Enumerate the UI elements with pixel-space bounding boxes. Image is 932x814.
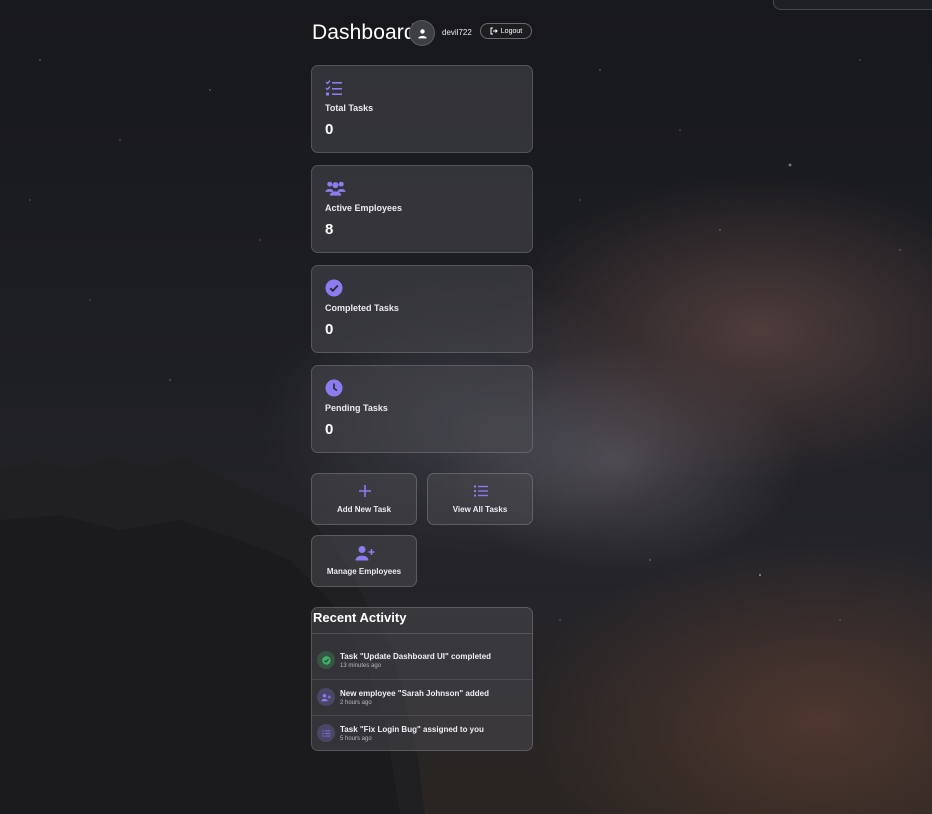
stat-card-active-employees: Active Employees 8 <box>311 165 533 253</box>
clock-icon <box>325 379 343 397</box>
activity-item[interactable]: Task "Update Dashboard UI" completed 13 … <box>312 643 532 679</box>
action-label: View All Tasks <box>452 505 508 514</box>
action-label: Add New Task <box>336 505 392 514</box>
recent-activity-panel: Recent Activity Task "Update Dashboard U… <box>311 607 533 751</box>
activity-item[interactable]: New employee "Sarah Johnson" added 2 hou… <box>312 679 532 716</box>
manage-employees-button[interactable]: Manage Employees <box>311 535 417 587</box>
stat-label: Completed Tasks <box>325 303 399 313</box>
activity-time: 13 minutes ago <box>340 663 382 669</box>
activity-item[interactable]: Task "Fix Login Bug" assigned to you 5 h… <box>312 715 532 750</box>
dashboard-header: Dashboard devil722 Logout <box>311 19 533 47</box>
users-icon <box>325 181 346 196</box>
recent-activity-title: Recent Activity <box>313 610 407 625</box>
activity-time: 2 hours ago <box>340 700 372 706</box>
action-label: Manage Employees <box>326 567 402 576</box>
stat-value: 8 <box>325 221 334 238</box>
user-icon <box>417 28 427 38</box>
username: devil722 <box>442 28 472 37</box>
avatar[interactable] <box>409 20 435 46</box>
stat-value: 0 <box>325 421 334 438</box>
activity-text: Task "Update Dashboard UI" completed <box>340 652 492 661</box>
corner-panel <box>773 0 932 10</box>
check-circle-icon <box>321 655 331 665</box>
activity-badge <box>317 688 335 706</box>
view-all-tasks-button[interactable]: View All Tasks <box>427 473 533 525</box>
activity-badge <box>317 651 335 669</box>
stat-label: Total Tasks <box>325 103 374 113</box>
list-icon <box>322 729 330 737</box>
stat-value: 0 <box>325 321 334 338</box>
add-new-task-button[interactable]: Add New Task <box>311 473 417 525</box>
logout-label: Logout <box>500 27 523 35</box>
logout-icon <box>490 27 498 35</box>
user-plus-icon <box>321 693 331 701</box>
activity-text: New employee "Sarah Johnson" added <box>340 689 489 698</box>
page-title: Dashboard <box>312 21 416 44</box>
activity-text: Task "Fix Login Bug" assigned to you <box>340 725 484 734</box>
check-circle-icon <box>325 279 343 297</box>
list-icon <box>474 485 488 497</box>
divider <box>312 633 532 634</box>
stat-card-completed-tasks: Completed Tasks 0 <box>311 265 533 353</box>
user-plus-icon <box>355 546 375 561</box>
logout-button[interactable]: Logout <box>480 23 532 39</box>
activity-time: 5 hours ago <box>340 736 372 742</box>
activity-badge <box>317 724 335 742</box>
task-list-icon <box>325 80 342 96</box>
stat-card-pending-tasks: Pending Tasks 0 <box>311 365 533 453</box>
stat-card-total-tasks: Total Tasks 0 <box>311 65 533 153</box>
stat-value: 0 <box>325 121 334 138</box>
stat-label: Active Employees <box>325 203 403 213</box>
plus-icon <box>359 485 371 497</box>
stat-label: Pending Tasks <box>325 403 388 413</box>
